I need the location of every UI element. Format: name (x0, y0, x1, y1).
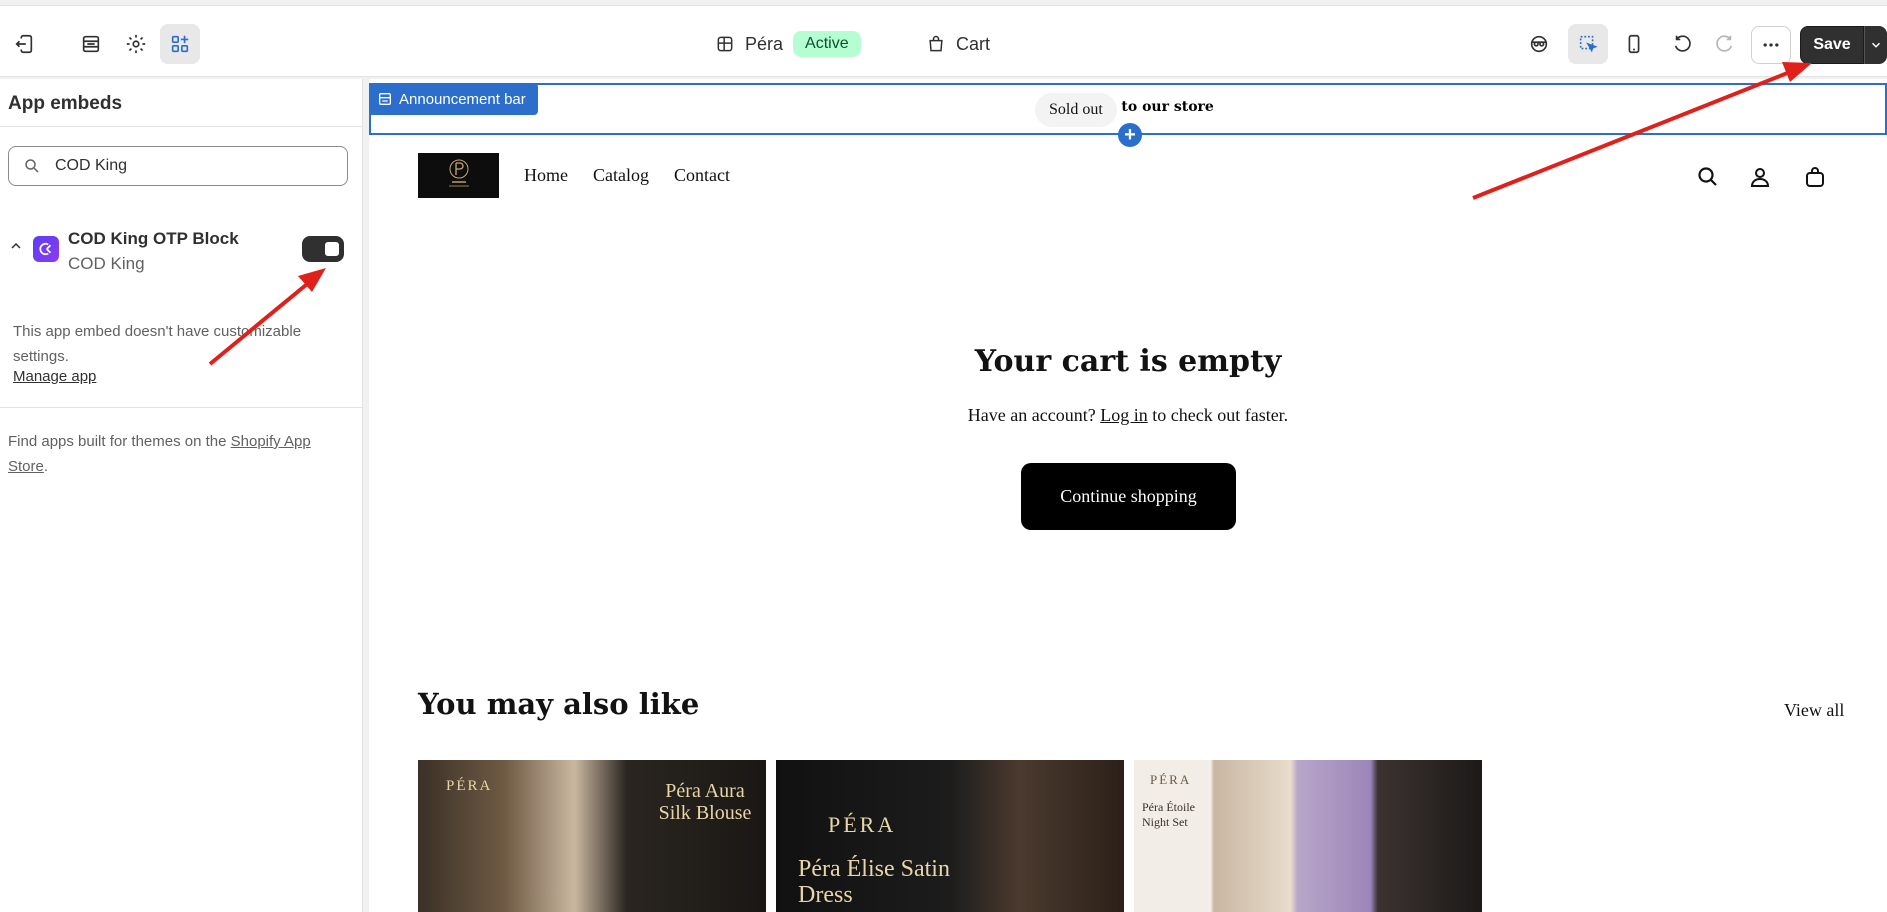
redo-icon[interactable] (1704, 24, 1744, 64)
login-link[interactable]: Log in (1100, 405, 1148, 425)
cod-king-logo-icon (33, 236, 59, 262)
view-all-link[interactable]: View all (1784, 700, 1844, 721)
save-options-button[interactable] (1864, 26, 1887, 64)
app-store-note: Find apps built for themes on the Shopif… (8, 429, 348, 479)
theme-selector[interactable]: Péra Active (715, 24, 861, 64)
account-prompt: Have an account? Log in to check out fas… (369, 405, 1887, 426)
embed-app-name: COD King (68, 254, 145, 273)
select-element-icon[interactable] (1568, 24, 1608, 64)
undo-icon[interactable] (1663, 24, 1703, 64)
page-label: Cart (956, 33, 991, 54)
nav-contact[interactable]: Contact (674, 165, 730, 186)
cart-empty-title: Your cart is empty (974, 344, 1282, 379)
inspector-icon[interactable] (1519, 24, 1559, 64)
bag-icon (929, 35, 943, 52)
search-icon[interactable] (1696, 165, 1720, 194)
section-icon (379, 93, 391, 105)
embed-name: COD King OTP Block (68, 229, 239, 248)
manage-app-link[interactable]: Manage app (13, 368, 96, 385)
theme-name: Péra (745, 33, 784, 54)
settings-gear-icon[interactable] (116, 24, 156, 64)
account-prompt-end: to check out faster. (1147, 405, 1289, 425)
theme-status-badge: Active (793, 31, 861, 57)
add-section-icon[interactable]: + (1118, 123, 1142, 147)
product-title: Péra Étoile Night Set (1142, 800, 1195, 829)
section-tag[interactable]: Announcement bar (369, 83, 538, 115)
exit-icon[interactable] (4, 24, 44, 64)
product-card[interactable]: PÉRA Péra Élise Satin Dress (776, 760, 1124, 912)
main-nav: Home Catalog Contact (524, 165, 730, 186)
theme-icon (717, 36, 733, 52)
cart-bag-icon[interactable] (1803, 165, 1827, 194)
more-actions-button[interactable] (1751, 26, 1791, 64)
app-store-note-text: Find apps built for themes on the (8, 433, 231, 450)
save-button[interactable]: Save (1800, 26, 1864, 64)
editor-topbar: Péra Active Cart Save (0, 5, 1887, 77)
search-field[interactable] (8, 146, 348, 186)
product-card[interactable]: PÉRA Péra Étoile Night Set (1134, 760, 1482, 912)
sections-icon[interactable] (71, 24, 111, 64)
product-title: Péra Aura Silk Blouse (658, 780, 752, 824)
divider (0, 126, 363, 127)
page-selector[interactable]: Cart (926, 24, 990, 64)
more-dots-icon (1763, 43, 1779, 47)
embed-toggle[interactable] (302, 236, 344, 262)
sidebar-title: App embeds (8, 93, 123, 114)
product-card[interactable]: PÉRA Péra Aura Silk Blouse (418, 760, 766, 912)
product-brand: PÉRA (446, 778, 493, 794)
embed-note: This app embed doesn't have customizable… (13, 323, 302, 365)
divider (0, 407, 363, 408)
account-prompt-text: Have an account? (967, 405, 1101, 425)
pera-logo-icon (448, 159, 469, 186)
app-embeds-icon[interactable] (160, 24, 200, 64)
product-title: Péra Élise Satin Dress (798, 856, 950, 908)
product-brand: PÉRA (828, 812, 897, 837)
app-embeds-sidebar: App embeds COD King OTP Block COD King T… (0, 79, 363, 912)
sold-out-badge: Sold out (1035, 93, 1117, 127)
app-embed-item[interactable]: COD King OTP Block COD King (0, 224, 363, 284)
nav-home[interactable]: Home (524, 165, 568, 186)
announcement-text: Welcome to our store (1046, 99, 1214, 115)
section-tag-label: Announcement bar (399, 90, 526, 108)
search-input[interactable] (55, 157, 335, 175)
account-icon[interactable] (1748, 165, 1772, 194)
store-logo[interactable] (418, 153, 499, 198)
continue-shopping-button[interactable]: Continue shopping (1021, 463, 1236, 530)
recommendations-title: You may also like (418, 687, 700, 721)
search-icon (25, 159, 39, 173)
nav-catalog[interactable]: Catalog (593, 165, 649, 186)
app-store-note-end: . (43, 458, 49, 475)
mobile-preview-icon[interactable] (1614, 24, 1654, 64)
product-brand: PÉRA (1150, 772, 1192, 787)
chevron-down-icon (1871, 42, 1881, 48)
chevron-up-icon[interactable] (8, 238, 24, 254)
storefront-preview: Welcome to our store Announcement bar + … (369, 79, 1887, 912)
